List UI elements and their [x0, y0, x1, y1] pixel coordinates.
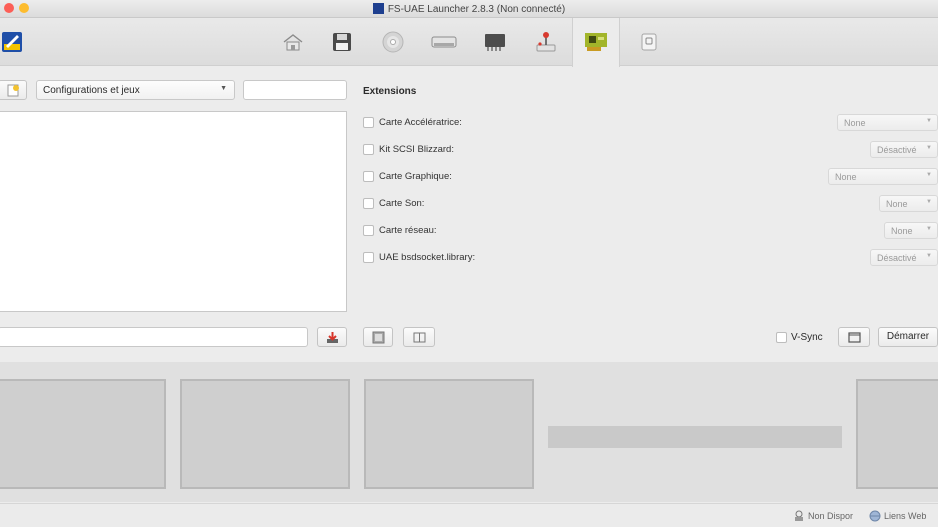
save-icon — [327, 332, 338, 343]
joystick-icon[interactable] — [533, 30, 559, 54]
new-document-icon — [7, 84, 19, 97]
globe-icon — [869, 510, 881, 522]
title-placeholder-bar — [548, 426, 842, 448]
memory-chip-icon[interactable] — [482, 30, 508, 54]
home-icon[interactable] — [280, 30, 306, 54]
floppy-icon[interactable] — [329, 30, 355, 54]
network-card-select-value: None — [891, 226, 913, 236]
network-status-icon — [793, 510, 805, 522]
app-logo-icon[interactable] — [2, 32, 22, 52]
toolbar — [0, 18, 938, 67]
blizzard-scsi-checkbox[interactable] — [363, 144, 374, 155]
chevron-down-icon: ▼ — [926, 172, 932, 178]
sound-card-checkbox[interactable] — [363, 198, 374, 209]
config-type-select[interactable]: Configurations et jeux ▼ — [36, 80, 235, 100]
graphics-card-label: Carte Graphique: — [379, 171, 452, 182]
screenshot-slot-4 — [856, 379, 938, 489]
accelerator-select-value: None — [844, 118, 866, 128]
chevron-down-icon: ▼ — [926, 253, 932, 259]
bsdsocket-select[interactable]: Désactivé ▼ — [870, 249, 938, 266]
fullscreen-toggle-button[interactable] — [838, 327, 870, 347]
extensions-heading: Extensions — [363, 86, 417, 97]
blizzard-scsi-label: Kit SCSI Blizzard: — [379, 144, 454, 155]
blizzard-scsi-select[interactable]: Désactivé ▼ — [870, 141, 938, 158]
title-bar: FS-UAE Launcher 2.8.3 (Non connecté) — [0, 0, 938, 18]
graphics-card-checkbox[interactable] — [363, 171, 374, 182]
config-name-input[interactable] — [0, 327, 308, 347]
window-icon — [848, 332, 861, 343]
web-links-label[interactable]: Liens Web — [884, 511, 926, 521]
bsdsocket-checkbox[interactable] — [363, 252, 374, 263]
device-icon[interactable] — [636, 30, 662, 54]
network-card-select[interactable]: None ▼ — [884, 222, 938, 239]
toggle-view-button[interactable] — [403, 327, 435, 347]
window-title: FS-UAE Launcher 2.8.3 (Non connecté) — [0, 3, 938, 15]
status-bar: Non Dispor Liens Web — [0, 503, 938, 527]
bsdsocket-label: UAE bsdsocket.library: — [379, 252, 476, 263]
expansion-card-icon[interactable] — [583, 30, 609, 54]
sound-card-select[interactable]: None ▼ — [879, 195, 938, 212]
accelerator-checkbox[interactable] — [363, 117, 374, 128]
start-button[interactable]: Démarrer — [878, 327, 938, 347]
config-list[interactable] — [0, 111, 347, 312]
chevron-down-icon: ▼ — [926, 199, 932, 205]
bsdsocket-select-value: Désactivé — [877, 253, 917, 263]
sound-card-select-value: None — [886, 199, 908, 209]
graphics-card-select[interactable]: None ▼ — [828, 168, 938, 185]
config-select-value: Configurations et jeux — [43, 85, 140, 96]
new-config-button[interactable] — [0, 80, 27, 100]
screenshot-slot-1 — [0, 379, 166, 489]
image-icon — [372, 331, 385, 344]
screenshot-button[interactable] — [363, 327, 393, 347]
network-status-label: Non Dispor — [808, 511, 854, 521]
columns-icon — [413, 332, 426, 343]
chevron-down-icon: ▼ — [926, 118, 932, 124]
search-input[interactable] — [243, 80, 347, 100]
vsync-checkbox[interactable] — [776, 332, 787, 343]
cdrom-icon[interactable] — [380, 30, 406, 54]
screenshot-slot-3 — [364, 379, 534, 489]
sound-card-label: Carte Son: — [379, 198, 425, 209]
graphics-card-select-value: None — [835, 172, 857, 182]
accelerator-label: Carte Accélératrice: — [379, 117, 462, 128]
network-card-checkbox[interactable] — [363, 225, 374, 236]
vsync-label: V-Sync — [791, 332, 823, 343]
chevron-down-icon: ▼ — [926, 145, 932, 151]
screenshot-slot-2 — [180, 379, 350, 489]
save-config-button[interactable] — [317, 327, 347, 347]
app-icon — [372, 3, 384, 14]
accelerator-select[interactable]: None ▼ — [837, 114, 938, 131]
network-card-label: Carte réseau: — [379, 225, 437, 236]
blizzard-scsi-select-value: Désactivé — [877, 145, 917, 155]
harddrive-icon[interactable] — [431, 30, 457, 54]
chevron-down-icon: ▼ — [220, 85, 227, 92]
chevron-down-icon: ▼ — [926, 226, 932, 232]
window-title-text: FS-UAE Launcher 2.8.3 (Non connecté) — [387, 4, 566, 15]
screenshots-area — [0, 362, 938, 502]
